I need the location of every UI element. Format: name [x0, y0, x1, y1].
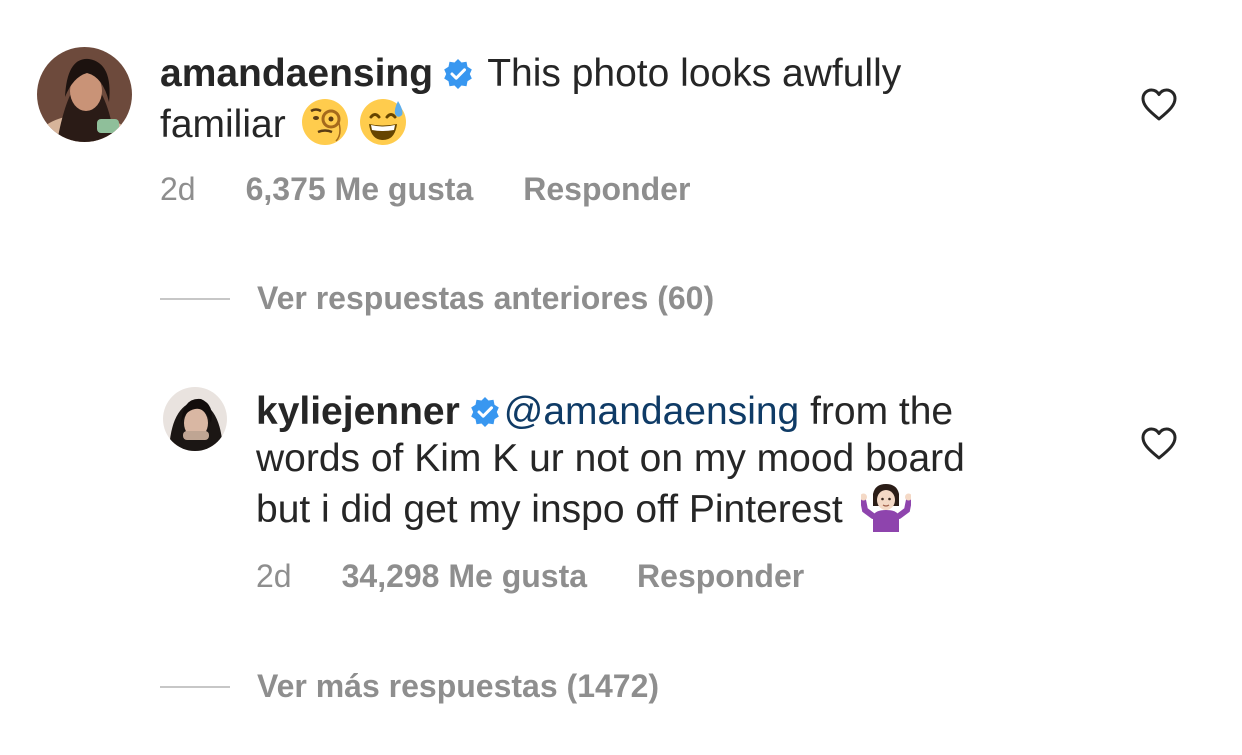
- comment-body: amandaensing This photo looks awfully fa…: [160, 50, 1060, 148]
- view-more-replies-button[interactable]: Ver más respuestas (1472): [257, 668, 659, 705]
- comment-meta: 2d 34,298 Me gusta Responder: [256, 558, 854, 595]
- heart-icon[interactable]: [1141, 88, 1177, 127]
- mention-link[interactable]: @amandaensing: [504, 390, 799, 433]
- likes-count[interactable]: 6,375 Me gusta: [246, 171, 474, 208]
- timestamp: 2d: [256, 558, 292, 594]
- reply-button[interactable]: Responder: [523, 171, 690, 208]
- comment-text-line2: words of Kim K ur not on my mood board: [256, 437, 965, 480]
- username[interactable]: amandaensing: [160, 52, 433, 95]
- replies-divider-line: [160, 298, 230, 300]
- grinning-face-with-sweat-emoji: [358, 97, 408, 147]
- comment-text-line1: This photo looks awfully: [477, 52, 902, 95]
- avatar-amandaensing[interactable]: [37, 47, 132, 142]
- timestamp: 2d: [160, 171, 196, 207]
- comment-text-line1: from the: [799, 390, 954, 433]
- comment-text-line3: but i did get my inspo off Pinterest: [256, 488, 843, 531]
- comment-text-line2: familiar: [160, 103, 286, 146]
- replies-divider-line: [160, 686, 230, 688]
- avatar-kyliejenner[interactable]: [163, 387, 227, 451]
- heart-icon[interactable]: [1141, 427, 1177, 466]
- verified-badge-icon: [470, 391, 500, 427]
- reply-button[interactable]: Responder: [637, 558, 804, 595]
- comment-meta: 2d 6,375 Me gusta Responder: [160, 171, 740, 208]
- view-previous-replies-button[interactable]: Ver respuestas anteriores (60): [257, 280, 714, 317]
- face-with-monocle-emoji: [300, 97, 350, 147]
- likes-count[interactable]: 34,298 Me gusta: [342, 558, 587, 595]
- verified-badge-icon: [443, 53, 473, 89]
- comment-body: kyliejenner @amandaensing from the words …: [256, 388, 1156, 533]
- username[interactable]: kyliejenner: [256, 390, 460, 433]
- person-shrugging-emoji: [859, 482, 912, 532]
